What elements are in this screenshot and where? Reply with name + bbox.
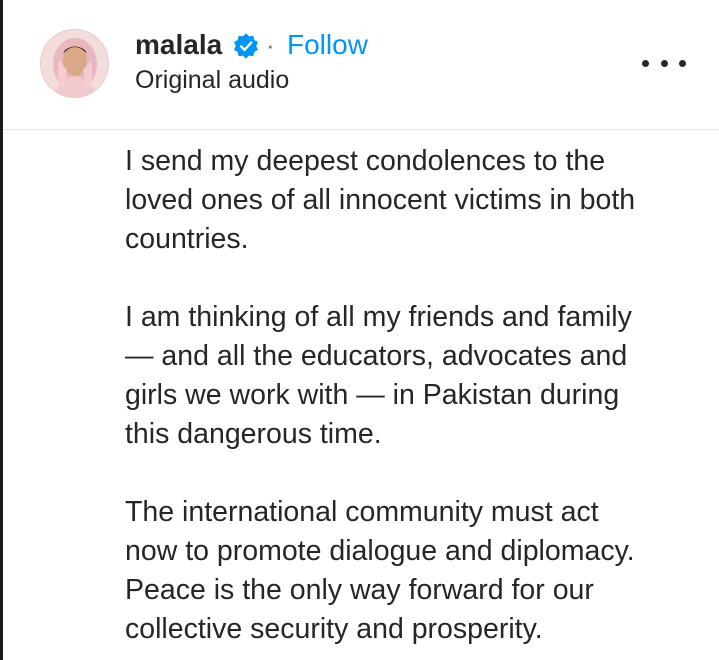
caption-line: I am thinking of all my friends and fami… — [125, 301, 632, 333]
header-divider — [3, 129, 719, 130]
post-header: malala · Follow Original audio — [3, 0, 719, 129]
more-options-icon[interactable] — [642, 56, 686, 70]
follow-button[interactable]: Follow — [287, 28, 368, 62]
more-dot — [679, 59, 686, 67]
separator-dot: · — [266, 30, 275, 60]
username[interactable]: malala — [135, 28, 222, 62]
caption-paragraph: The international community must act now… — [125, 493, 685, 649]
original-audio-link[interactable]: Original audio — [135, 64, 289, 96]
more-dot — [660, 59, 668, 67]
avatar[interactable] — [40, 29, 109, 98]
caption-line: I send my deepest condolences to the — [125, 145, 606, 177]
caption-line: girls we work with — in Pakistan during — [125, 379, 620, 411]
post-caption: I send my deepest condolences to the lov… — [125, 142, 685, 660]
caption-line: this dangerous time. — [125, 418, 382, 450]
avatar-image — [41, 30, 108, 97]
caption-line: loved ones of all innocent victims in bo… — [125, 184, 636, 216]
caption-paragraph: I am thinking of all my friends and fami… — [125, 298, 685, 454]
verified-badge-icon — [233, 33, 259, 59]
caption-line: collective security and prosperity. — [125, 613, 543, 645]
more-dot — [642, 59, 649, 67]
caption-line: countries. — [125, 223, 249, 255]
caption-line: — and all the educators, advocates and — [125, 340, 628, 372]
caption-paragraph: I send my deepest condolences to the lov… — [125, 142, 685, 259]
caption-line: now to promote dialogue and diplomacy. — [125, 535, 635, 567]
caption-line: Peace is the only way forward for our — [125, 574, 594, 606]
caption-line: The international community must act — [125, 496, 599, 528]
